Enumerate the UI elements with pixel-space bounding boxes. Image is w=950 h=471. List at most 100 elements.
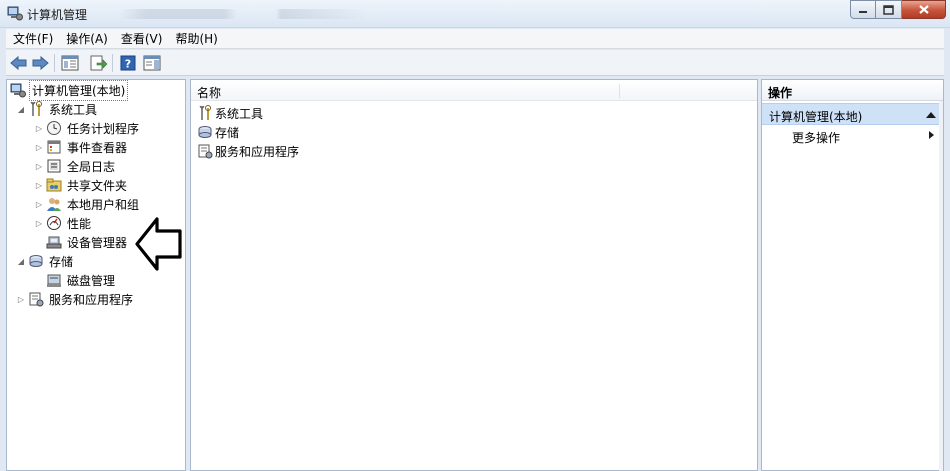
collapsed-arrow-icon[interactable]: ▷ [33,217,45,229]
maximize-button[interactable] [876,0,902,19]
show-hide-action-pane-button[interactable] [141,53,163,73]
disk-management-icon [47,274,61,287]
console-tree-pane: 计算机管理(本地) ◢ 系统工具 ▷ 任务计划程序 ▷ 事件查看器 ▷ 全局日志 [6,79,186,471]
list-item-label: 服务和应用程序 [215,144,300,159]
computer-management-icon [10,83,26,98]
tree-item-root[interactable]: 计算机管理(本地) [9,79,129,101]
list-item[interactable]: 服务和应用程序 [197,142,299,160]
list-item[interactable]: 存储 [197,123,239,141]
menu-view[interactable]: 查看(V) [121,30,163,47]
column-name-header[interactable]: 名称 [197,84,221,101]
tree-item-local-users[interactable]: ▷ 本地用户和组 [33,195,141,213]
console-tree-button[interactable] [59,53,81,73]
list-item[interactable]: 系统工具 [197,104,263,122]
storage-icon [198,126,212,138]
back-arrow-icon [10,56,27,70]
collapse-triangle-icon[interactable] [926,112,936,118]
storage-icon [29,255,43,267]
pointer-arrow-annotation [135,217,182,271]
tree-label: 服务和应用程序 [49,292,134,307]
actions-section-header[interactable]: 计算机管理(本地) [762,103,943,125]
tree-label: 设备管理器 [67,235,128,250]
forward-button[interactable] [29,53,51,73]
device-manager-icon [46,236,62,249]
export-list-button[interactable] [87,53,109,73]
help-button[interactable]: ? [117,53,139,73]
menu-file[interactable]: 文件(F) [13,30,53,47]
window-title: 计算机管理 [27,8,88,22]
tree-item-task-scheduler[interactable]: ▷ 任务计划程序 [33,119,141,137]
toolbar-separator [112,54,113,72]
event-viewer-icon [47,140,61,154]
tree-label: 共享文件夹 [67,178,128,193]
tree-item-global-log[interactable]: ▷ 全局日志 [33,157,117,175]
log-icon [47,159,61,173]
close-button[interactable] [902,0,946,19]
users-icon [47,198,61,211]
list-item-label: 系统工具 [215,106,264,121]
menu-help[interactable]: 帮助(H) [175,30,217,47]
expanded-arrow-icon[interactable]: ◢ [15,103,27,115]
tree-item-storage[interactable]: ◢ 存储 [15,252,75,270]
actions-section-label: 计算机管理(本地) [769,110,863,124]
computer-management-icon [7,6,23,21]
tree-item-disk-management[interactable]: 磁盘管理 [45,271,117,289]
maximize-icon [883,4,894,15]
collapsed-arrow-icon[interactable]: ▷ [33,141,45,153]
actions-pane: 操作 计算机管理(本地) 更多操作 [761,79,944,471]
tree-item-performance[interactable]: ▷ 性能 [33,214,93,232]
more-actions-item[interactable]: 更多操作 [792,129,840,146]
column-header[interactable]: 名称 [191,80,757,101]
collapsed-arrow-icon[interactable]: ▷ [33,160,45,172]
close-icon [918,5,929,14]
submenu-arrow-icon[interactable] [929,131,934,139]
menu-bar: 文件(F) 操作(A) 查看(V) 帮助(H) [6,29,944,49]
tree-item-system-tools[interactable]: ◢ 系统工具 [15,100,99,118]
tree-label: 全局日志 [67,159,116,174]
system-tools-icon [199,105,211,120]
menu-action[interactable]: 操作(A) [66,30,108,47]
collapsed-arrow-icon[interactable]: ▷ [15,293,27,305]
result-list-pane: 名称 系统工具 存储 服务和应用程序 [190,79,758,471]
title-bar: 计算机管理 [0,0,950,28]
collapsed-arrow-icon[interactable]: ▷ [33,179,45,191]
tree-label: 任务计划程序 [67,121,140,136]
help-icon: ? [120,55,136,71]
minimize-button[interactable] [850,0,876,19]
services-icon [198,144,213,159]
expanded-arrow-icon[interactable]: ◢ [15,255,27,267]
tree-item-shared-folders[interactable]: ▷ 共享文件夹 [33,176,129,194]
column-divider[interactable] [619,84,620,98]
window-controls [850,0,946,20]
tree-item-services-apps[interactable]: ▷ 服务和应用程序 [15,290,135,308]
tree-label: 事件查看器 [67,140,128,155]
back-button[interactable] [8,53,30,73]
blurred-watermark [120,9,380,19]
tree-item-device-manager[interactable]: 设备管理器 [45,233,129,251]
system-tools-icon [30,101,42,116]
collapsed-arrow-icon[interactable]: ▷ [33,122,45,134]
performance-gauge-icon [47,216,61,230]
console-tree-icon [61,55,79,71]
scrollbar-edge[interactable] [939,101,943,471]
list-item-label: 存储 [215,125,240,140]
actions-header: 操作 [762,80,943,101]
show-hide-action-pane-icon [143,55,161,71]
toolbar: ? [6,50,944,76]
minimize-icon [859,10,867,13]
shared-folder-icon [46,178,62,192]
services-icon [29,292,44,307]
collapsed-arrow-icon[interactable]: ▷ [33,198,45,210]
export-list-icon [90,55,107,71]
forward-arrow-icon [32,56,49,70]
clock-icon [47,121,61,135]
svg-text:?: ? [125,58,131,71]
tree-label: 磁盘管理 [67,273,116,288]
tree-label: 存储 [49,254,74,269]
tree-label: 性能 [67,216,92,231]
tree-label: 系统工具 [49,102,98,117]
tree-label: 本地用户和组 [67,197,140,212]
tree-item-event-viewer[interactable]: ▷ 事件查看器 [33,138,129,156]
toolbar-separator [54,54,55,72]
tree-root-label: 计算机管理(本地) [29,79,129,101]
